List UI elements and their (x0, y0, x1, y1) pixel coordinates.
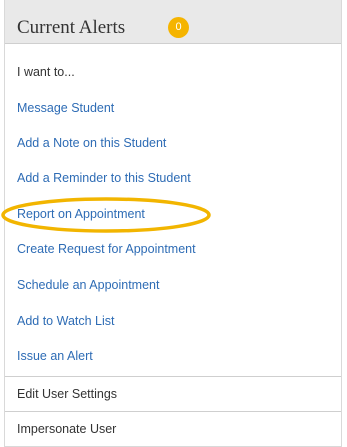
panel-title: Current Alerts (17, 17, 126, 38)
edit-user-settings-label: Edit User Settings (17, 387, 118, 401)
schedule-appointment-link[interactable]: Schedule an Appointment (17, 277, 159, 293)
add-reminder-link[interactable]: Add a Reminder to this Student (17, 170, 191, 186)
add-to-watch-list-link[interactable]: Add to Watch List (17, 313, 115, 329)
report-on-appointment-link[interactable]: Report on Appointment (17, 206, 145, 222)
current-alerts-panel: Current Alerts 0 I want to... Message St… (4, 0, 342, 447)
issue-alert-link[interactable]: Issue an Alert (17, 348, 93, 364)
action-menu: I want to... Message Student Add a Note … (5, 44, 341, 377)
create-request-link[interactable]: Create Request for Appointment (17, 241, 196, 257)
message-student-link[interactable]: Message Student (17, 100, 114, 116)
alert-count-badge[interactable]: 0 (168, 17, 189, 38)
edit-user-settings-item[interactable]: Edit User Settings (5, 377, 341, 412)
menu-heading: I want to... (17, 65, 75, 79)
add-note-link[interactable]: Add a Note on this Student (17, 135, 166, 151)
impersonate-user-item[interactable]: Impersonate User (5, 412, 341, 446)
impersonate-user-label: Impersonate User (17, 422, 117, 436)
panel-header: Current Alerts 0 (5, 0, 341, 44)
